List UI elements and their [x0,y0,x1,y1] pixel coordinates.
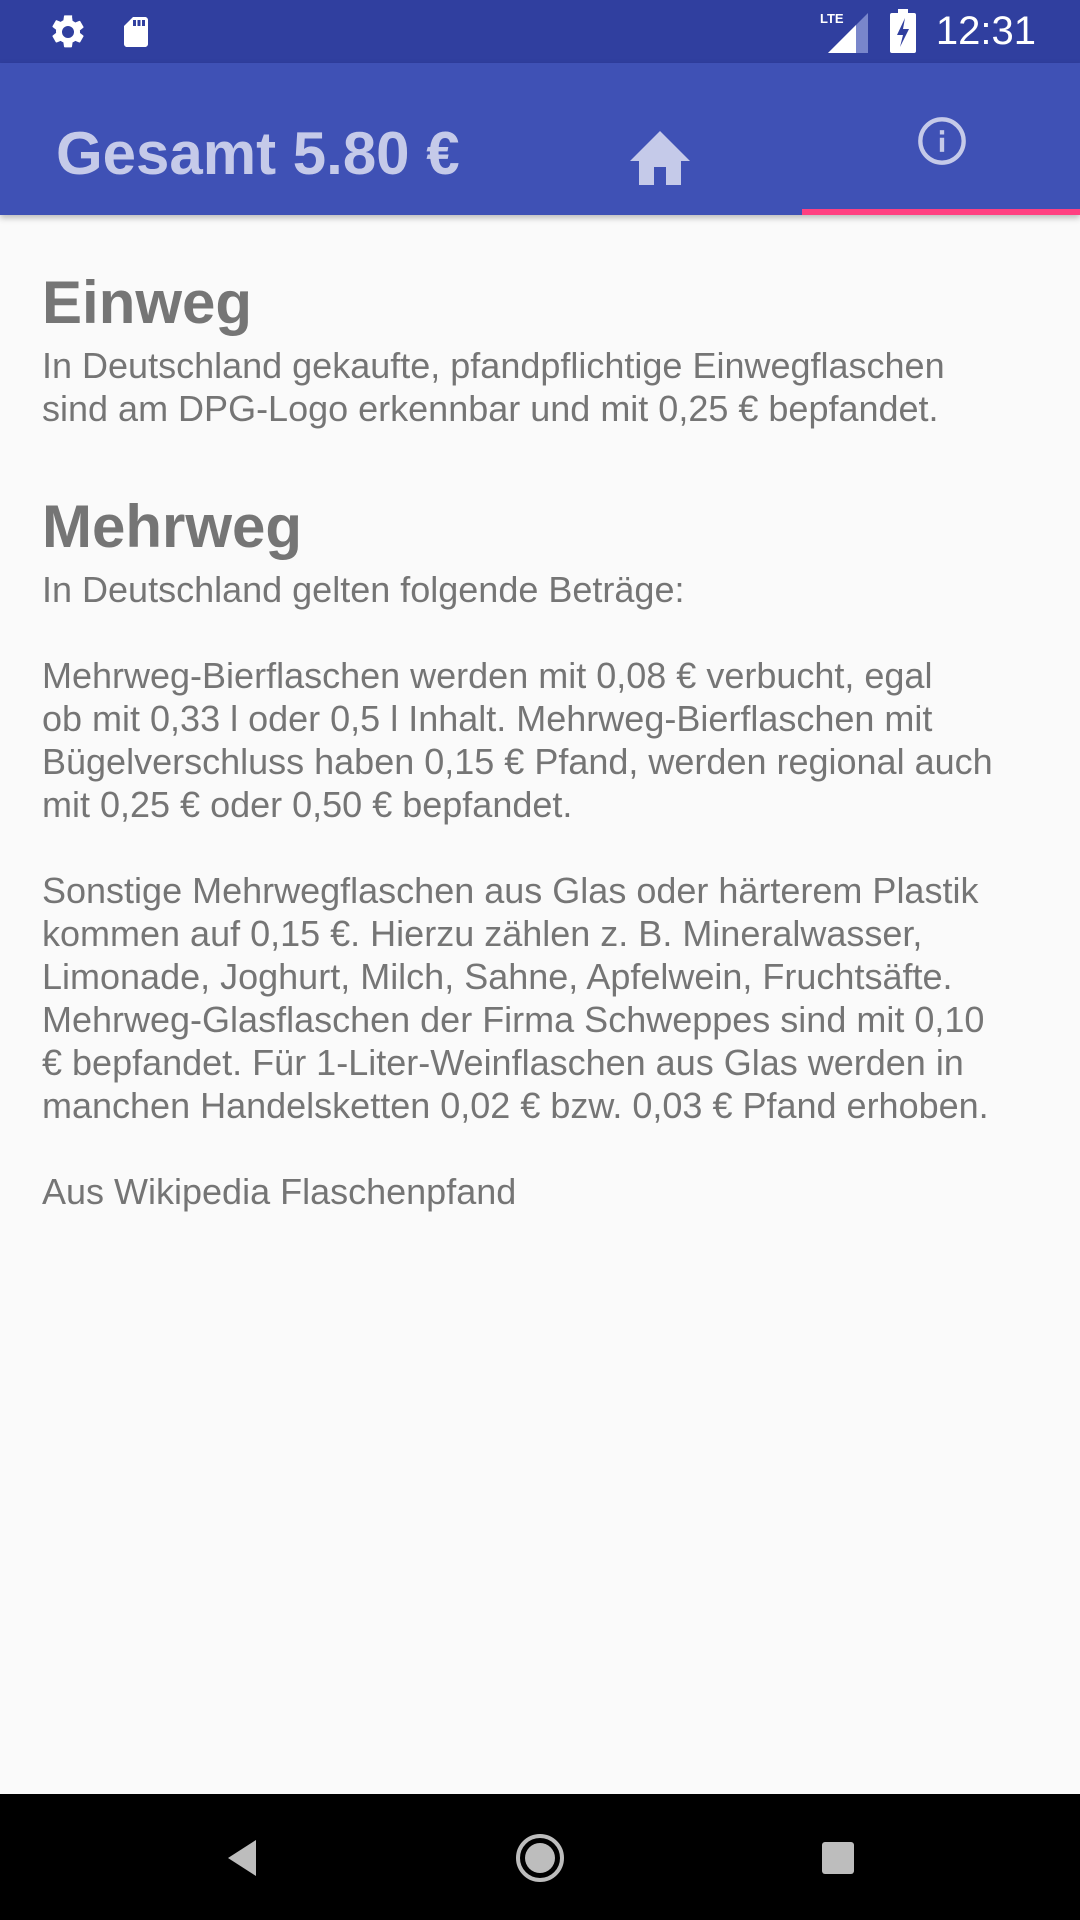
tab-home[interactable] [610,115,710,195]
home-nav-button[interactable] [508,1826,572,1890]
status-right-icons: LTE 12:31 [820,8,1036,54]
info-content: Einweg In Deutschland gekaufte, pfandpfl… [42,262,1042,1213]
home-circle-icon [516,1834,564,1882]
app-bar: Gesamt 5.80 € [0,63,1080,215]
recents-button[interactable] [806,1826,870,1890]
mehrweg-section: Mehrweg In Deutschland gelten folgende B… [42,486,1042,1213]
lte-signal-icon: LTE [820,11,868,53]
recents-icon [822,1842,854,1874]
back-icon [228,1840,256,1876]
settings-icon [52,15,84,48]
status-bar: LTE 12:31 [0,0,1080,63]
svg-text:LTE: LTE [820,11,844,26]
mehrweg-text: In Deutschland gelten folgende Beträge: … [42,569,993,1212]
battery-charging-icon [889,9,916,53]
einweg-heading: Einweg [42,269,253,336]
navigation-bar [0,1794,1080,1920]
home-icon [630,131,690,185]
sd-card-icon [124,17,148,47]
einweg-section: Einweg In Deutschland gekaufte, pfandpfl… [42,262,1042,430]
status-time: 12:31 [935,9,1036,53]
einweg-text: In Deutschland gekaufte, pfandpflichtige… [42,345,945,429]
info-icon [918,117,966,165]
tab-info[interactable] [802,63,1080,215]
total-title: Gesamt 5.80 € [56,120,460,187]
status-left-icons [48,12,154,52]
back-button[interactable] [210,1826,274,1890]
tab-indicator [802,209,1080,215]
mehrweg-heading: Mehrweg [42,493,303,560]
